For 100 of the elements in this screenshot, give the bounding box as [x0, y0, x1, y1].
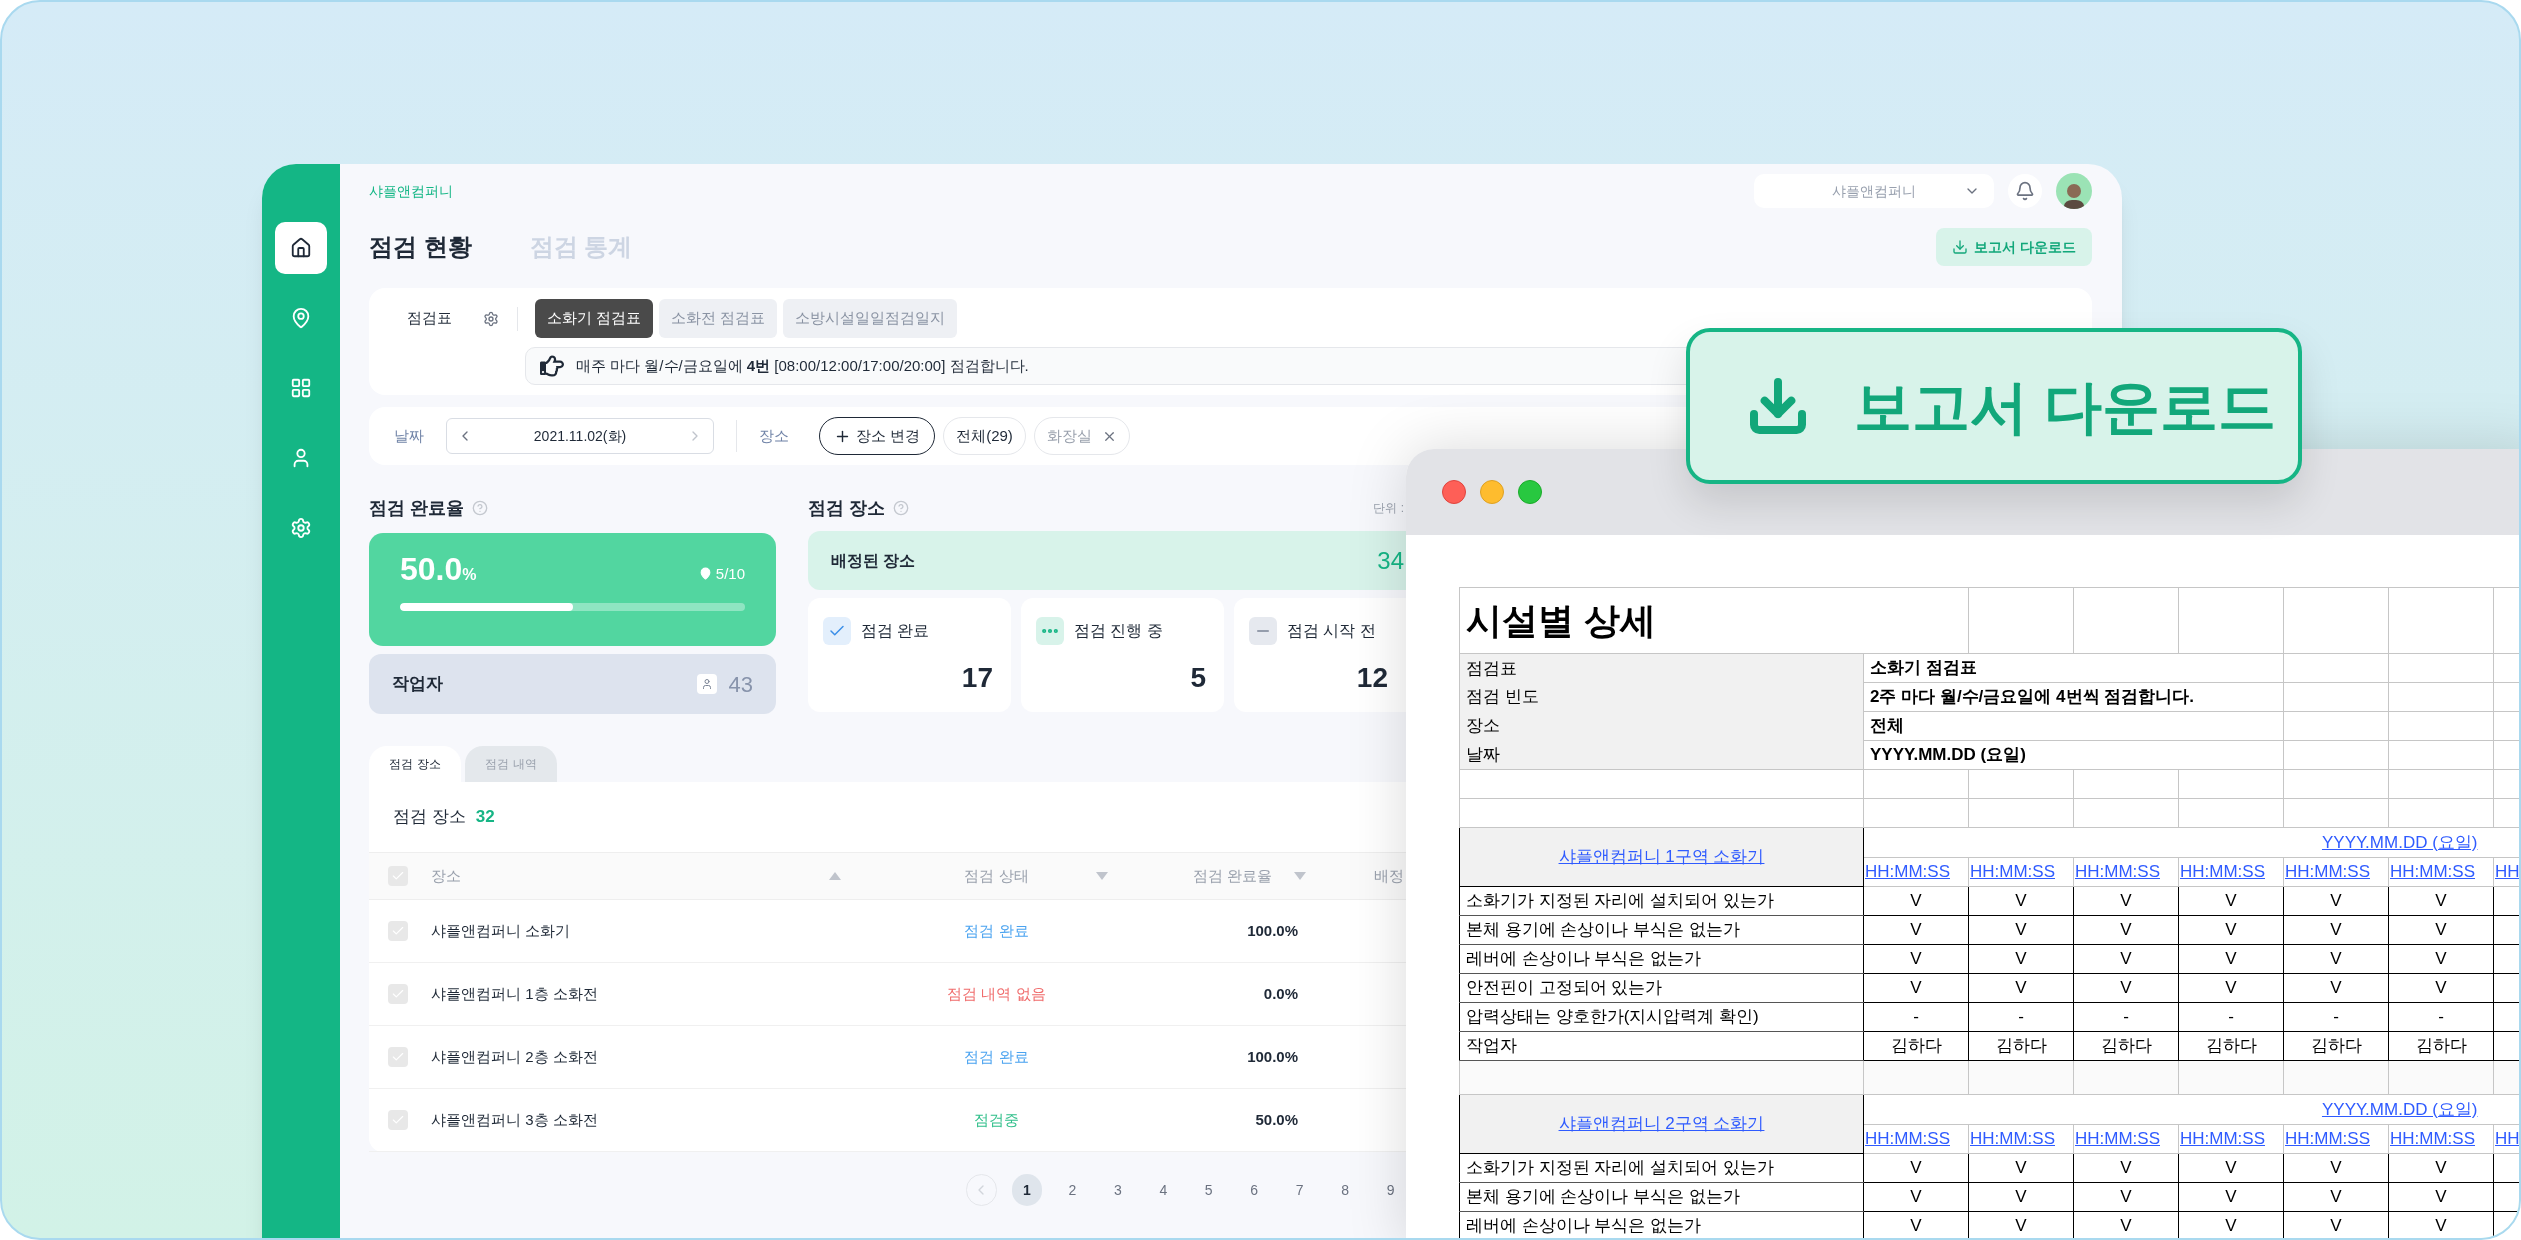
help-icon[interactable]: [893, 500, 909, 516]
check-result: V: [2073, 973, 2179, 1003]
dots-icon: [1036, 617, 1064, 645]
check-result: V: [1863, 944, 1969, 974]
info-value: 전체: [1863, 711, 2284, 741]
status-count: 17: [961, 661, 993, 695]
info-label: 점검 빈도: [1459, 682, 1864, 712]
close-window-icon[interactable]: [1442, 480, 1466, 504]
page-number[interactable]: 5: [1193, 1174, 1224, 1206]
check-result: V: [1968, 973, 2074, 1003]
check-result: V: [1968, 1153, 2074, 1183]
check-result: V: [2073, 1182, 2179, 1212]
check-result: 김하다: [2073, 1031, 2179, 1061]
page-number[interactable]: 1: [1011, 1174, 1043, 1206]
column-header[interactable]: 점검 상태: [964, 864, 1029, 888]
date-link[interactable]: YYYY.MM.DD (요일): [2321, 832, 2478, 852]
check-result: V: [2178, 1153, 2284, 1183]
check-result: V: [2388, 886, 2494, 916]
maximize-window-icon[interactable]: [1518, 480, 1542, 504]
place-label: 장소: [759, 425, 789, 446]
sidebar-item[interactable]: [275, 222, 327, 274]
grid-icon: [290, 377, 312, 399]
notice-text: 매주 마다 월/수/금요일에 4번 [08:00/12:00/17:00/20:00] 점검합니다.: [576, 355, 1029, 376]
page-number[interactable]: 3: [1102, 1174, 1134, 1206]
unit-note: 단위 :: [1373, 500, 1405, 517]
download-callout[interactable]: 보고서 다운로드: [1686, 328, 2302, 484]
info-value: 소화기 점검표: [1863, 653, 2284, 683]
table-row[interactable]: 샤플앤컴퍼니 1층 소화전 점검 내역 없음 0.0%: [369, 963, 1406, 1026]
check-result: V: [2283, 1182, 2389, 1212]
sort-up-icon[interactable]: [829, 872, 841, 880]
info-label: 점검표: [1459, 653, 1864, 683]
avatar[interactable]: [2056, 173, 2092, 209]
notification-button[interactable]: [2008, 174, 2042, 208]
help-icon[interactable]: [472, 500, 488, 516]
sort-down-icon[interactable]: [1294, 872, 1306, 880]
checklist-tab[interactable]: 소화기 점검표: [535, 299, 654, 338]
page-number[interactable]: 2: [1057, 1174, 1088, 1206]
status-text: 점검 내역 없음: [946, 983, 1047, 1004]
check-result: V: [2178, 915, 2284, 945]
check-result: -: [1968, 1002, 2074, 1032]
table-row[interactable]: 샤플앤컴퍼니 3층 소화전 점검중 50.0%: [369, 1089, 1406, 1152]
table-tab[interactable]: 점검 장소: [369, 746, 461, 782]
page-number[interactable]: 8: [1329, 1174, 1361, 1206]
download-icon: [1952, 239, 1969, 255]
check-item: 압력상태는 양호한가(지시압력계 확인): [1459, 1002, 1864, 1032]
check-result: V: [2178, 886, 2284, 916]
section-link[interactable]: 샤플앤컴퍼니 1구역 소화기: [1558, 847, 1765, 867]
date-label: 날짜: [394, 425, 424, 446]
check-result: V: [2283, 886, 2389, 916]
date-picker[interactable]: 2021.11.02(화): [446, 418, 714, 454]
map-pin-icon: [290, 307, 312, 329]
page-number[interactable]: 6: [1239, 1174, 1270, 1206]
status-text: 점검중: [973, 1109, 1020, 1130]
check-result: 김하다: [2388, 1031, 2494, 1061]
page-number[interactable]: 7: [1284, 1174, 1315, 1206]
date-link[interactable]: YYYY.MM.DD (요일): [2321, 1099, 2478, 1119]
check-result: V: [2073, 915, 2179, 945]
check-item: 소화기가 지정된 자리에 설치되어 있는가: [1459, 1153, 1864, 1183]
company-select[interactable]: 샤플앤컴퍼니: [1754, 174, 1994, 208]
section-link[interactable]: 샤플앤컴퍼니 2구역 소화기: [1558, 1114, 1765, 1134]
check-result: 김하다: [2283, 1031, 2389, 1061]
table-title: 점검 장소: [393, 806, 466, 829]
status-label: 점검 완료: [861, 621, 930, 641]
sort-down-icon[interactable]: [1096, 872, 1108, 880]
check-result: V: [2283, 944, 2389, 974]
check-item: 본체 용기에 손상이나 부식은 없는가: [1459, 915, 1864, 945]
table-row[interactable]: 샤플앤컴퍼니 2층 소화전 점검 완료 100.0%: [369, 1026, 1406, 1089]
gear-icon[interactable]: [483, 310, 499, 327]
check-result: V: [2178, 944, 2284, 974]
check-result: -: [2388, 1002, 2494, 1032]
checklist-tab[interactable]: 소화전 점검표: [659, 299, 778, 338]
minimize-window-icon[interactable]: [1480, 480, 1504, 504]
settings-icon: [290, 517, 312, 539]
checklist-tab[interactable]: 소방시설일일점검일지: [783, 299, 958, 338]
page-tab[interactable]: 점검 현황: [369, 229, 472, 265]
check-result: V: [1968, 915, 2074, 945]
status-label: 점검 진행 중: [1074, 621, 1163, 641]
info-label: 날짜: [1459, 740, 1864, 770]
info-value: YYYY.MM.DD (요일): [1863, 740, 2284, 770]
check-result: -: [2283, 1002, 2389, 1032]
table-row[interactable]: 샤플앤컴퍼니 소화기 점검 완료 100.0%: [369, 900, 1406, 963]
check-icon: [823, 617, 851, 645]
minus-icon: [1249, 617, 1277, 645]
check-result: -: [2178, 1002, 2284, 1032]
check-result: V: [1863, 886, 1969, 916]
person-icon: [696, 674, 717, 694]
check-result: V: [1863, 1153, 1969, 1183]
check-result: V: [2388, 1153, 2494, 1183]
assigned-count: 34: [1377, 545, 1404, 576]
table-cell-text: 샤플앤컴퍼니 1층 소화전: [430, 983, 599, 1004]
company-name: 샤플앤컴퍼니: [369, 181, 453, 201]
info-label: 장소: [1459, 711, 1864, 741]
download-button[interactable]: 보고서 다운로드: [1936, 228, 2092, 266]
page-number[interactable]: 4: [1148, 1174, 1179, 1206]
status-count: 5: [1190, 661, 1206, 695]
check-result: V: [1968, 886, 2074, 916]
page-number[interactable]: 9: [1375, 1174, 1406, 1206]
column-header[interactable]: 점검 완료율: [1192, 864, 1272, 888]
date-value: 2021.11.02(화): [533, 426, 627, 446]
checklist-label: 점검표: [407, 308, 453, 329]
